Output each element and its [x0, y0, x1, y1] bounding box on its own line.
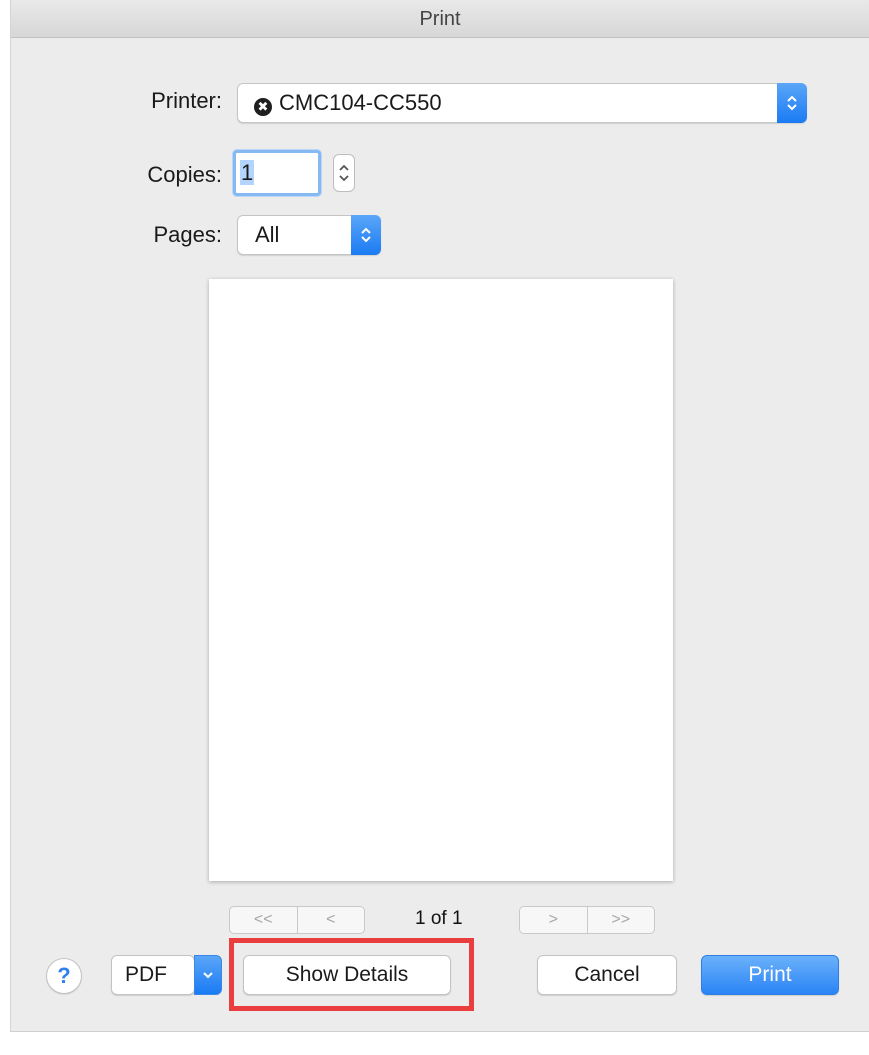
print-button[interactable]: Print [701, 955, 839, 995]
copies-stepper[interactable] [333, 154, 355, 192]
copies-value: 1 [240, 160, 255, 185]
pagination-back-group: << < [229, 906, 365, 934]
copies-input[interactable]: 1 [233, 150, 321, 196]
printer-error-icon: ✖ [254, 98, 272, 116]
pages-value: All [255, 222, 280, 247]
pages-label: Pages: [153, 222, 223, 247]
copies-label: Copies: [147, 162, 222, 187]
page-counter: 1 of 1 [415, 908, 463, 929]
printer-name: CMC104-CC550 [279, 90, 442, 115]
pages-select-arrows-icon [351, 215, 381, 255]
pdf-menu-chevron-icon[interactable] [194, 955, 222, 995]
window-title: Print [11, 0, 869, 38]
cancel-button[interactable]: Cancel [537, 955, 677, 995]
print-dialog: Print Printer: ✖ CMC104-CC550 Copies: 1 P… [10, 0, 869, 1032]
page-preview [209, 279, 673, 881]
first-page-button[interactable]: << [230, 907, 297, 933]
printer-select-arrows-icon [777, 83, 807, 123]
stepper-arrows-icon [339, 164, 349, 182]
pdf-button[interactable]: PDF [111, 955, 195, 995]
printer-label: Printer: [151, 88, 222, 113]
highlight-box [229, 938, 474, 1011]
printer-select[interactable]: ✖ CMC104-CC550 [237, 83, 807, 123]
help-button[interactable]: ? [46, 958, 82, 994]
next-page-button[interactable]: > [520, 907, 587, 933]
last-page-button[interactable]: >> [586, 907, 655, 933]
pagination-forward-group: > >> [519, 906, 655, 934]
pages-select[interactable]: All [237, 215, 381, 255]
previous-page-button[interactable]: < [296, 907, 365, 933]
